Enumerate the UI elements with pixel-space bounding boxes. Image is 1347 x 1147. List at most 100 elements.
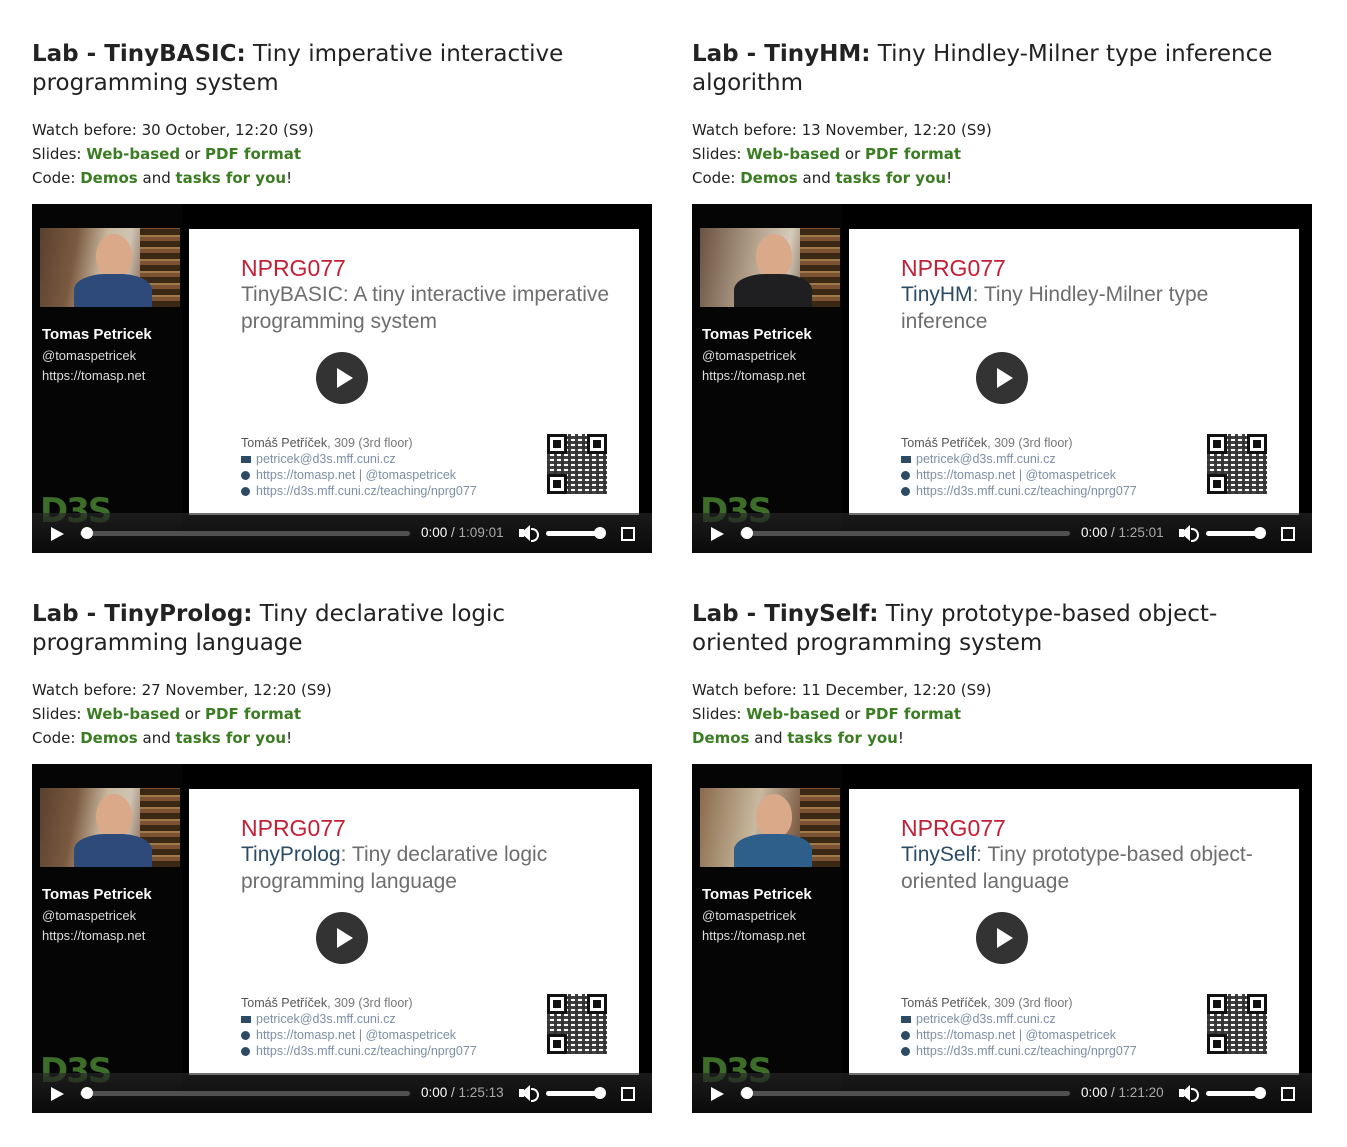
watch-date: 13 November, 12:20 (S9) xyxy=(801,121,992,139)
seek-bar[interactable] xyxy=(80,531,410,536)
time-duration: 1:25:01 xyxy=(1118,525,1164,540)
lab-meta: Watch before: 30 October, 12:20 (S9) Sli… xyxy=(32,118,652,190)
course-url: https://d3s.mff.cuni.cz/teaching/nprg077 xyxy=(916,484,1137,498)
slides-web-link[interactable]: Web-based xyxy=(86,145,180,163)
video-player[interactable]: Tomas Petricek @tomaspetricek https://to… xyxy=(692,204,1312,553)
circle-arrow-icon xyxy=(901,1031,910,1040)
video-sidebar: Tomas Petricek @tomaspetricek https://to… xyxy=(692,204,842,553)
presenter-info: Tomas Petricek @tomaspetricek https://to… xyxy=(702,324,812,386)
play-icon[interactable] xyxy=(51,527,64,541)
video-sidebar: Tomas Petricek @tomaspetricek https://to… xyxy=(32,204,182,553)
author-room: , 309 (3rd floor) xyxy=(987,436,1073,450)
course-url: https://d3s.mff.cuni.cz/teaching/nprg077 xyxy=(256,484,477,498)
volume-icon[interactable] xyxy=(519,1085,539,1102)
watch-before: Watch before: 13 November, 12:20 (S9) xyxy=(692,118,1312,142)
seek-thumb[interactable] xyxy=(81,1087,93,1099)
envelope-icon xyxy=(901,456,911,463)
lab-meta: Watch before: 13 November, 12:20 (S9) Sl… xyxy=(692,118,1312,190)
course-code: NPRG077 xyxy=(901,815,1006,841)
slides-pdf-link[interactable]: PDF format xyxy=(865,145,961,163)
volume-thumb[interactable] xyxy=(594,1087,606,1099)
code-tasks-link[interactable]: tasks for you xyxy=(836,169,947,187)
course-code: NPRG077 xyxy=(241,255,346,281)
seek-thumb[interactable] xyxy=(741,527,753,539)
code-tasks-link[interactable]: tasks for you xyxy=(176,729,287,747)
fullscreen-icon[interactable] xyxy=(1281,1087,1295,1101)
lab-name: TinyHM: xyxy=(764,41,871,67)
code-tasks-link[interactable]: tasks for you xyxy=(176,169,287,187)
lab-grid: Lab - TinyBASIC: Tiny imperative interac… xyxy=(0,0,1347,1147)
presenter-url: https://tomasp.net xyxy=(702,928,806,943)
volume-thumb[interactable] xyxy=(594,527,606,539)
seek-bar[interactable] xyxy=(80,1091,410,1096)
seek-bar[interactable] xyxy=(740,531,1070,536)
time-display: 0:00 / 1:25:13 xyxy=(421,1085,504,1100)
circle-arrow-icon xyxy=(241,1047,250,1056)
video-controls: 0:00 / 1:09:01 xyxy=(32,513,652,553)
code-demos-link[interactable]: Demos xyxy=(740,169,798,187)
big-play-button[interactable] xyxy=(316,352,368,404)
presenter-body xyxy=(74,274,152,307)
code-and: and xyxy=(137,729,176,747)
envelope-icon xyxy=(901,1016,911,1023)
code-label: Code: xyxy=(692,169,741,187)
slide-title: TinyProlog: Tiny declarative logic progr… xyxy=(241,841,621,895)
volume-icon[interactable] xyxy=(519,525,539,542)
play-icon[interactable] xyxy=(51,1087,64,1101)
seek-thumb[interactable] xyxy=(81,527,93,539)
slides-pdf-link[interactable]: PDF format xyxy=(865,705,961,723)
fullscreen-icon[interactable] xyxy=(1281,527,1295,541)
author-room: , 309 (3rd floor) xyxy=(327,996,413,1010)
slide-title: TinyBASIC: A tiny interactive imperative… xyxy=(241,281,621,335)
seek-thumb[interactable] xyxy=(741,1087,753,1099)
slides-label: Slides: xyxy=(692,705,747,723)
slides-web-link[interactable]: Web-based xyxy=(746,145,840,163)
big-play-button[interactable] xyxy=(976,912,1028,964)
slides-pdf-link[interactable]: PDF format xyxy=(205,145,301,163)
lab-title: Lab - TinyProlog: Tiny declarative logic… xyxy=(32,600,632,658)
envelope-icon xyxy=(241,456,251,463)
slides-label: Slides: xyxy=(32,145,87,163)
watch-before: Watch before: 27 November, 12:20 (S9) xyxy=(32,678,652,702)
fullscreen-icon[interactable] xyxy=(621,527,635,541)
code-demos-link[interactable]: Demos xyxy=(80,729,138,747)
author-email: petricek@d3s.mff.cuni.cz xyxy=(256,1012,396,1026)
video-player[interactable]: Tomas Petricek @tomaspetricek https://to… xyxy=(692,764,1312,1113)
presenter-info: Tomas Petricek @tomaspetricek https://to… xyxy=(42,324,152,386)
big-play-button[interactable] xyxy=(316,912,368,964)
slides-web-link[interactable]: Web-based xyxy=(746,705,840,723)
presenter-handle: @tomaspetricek xyxy=(42,348,137,363)
time-display: 0:00 / 1:09:01 xyxy=(421,525,504,540)
code-demos-link[interactable]: Demos xyxy=(80,169,138,187)
presenter-head xyxy=(756,234,792,278)
slides-label: Slides: xyxy=(32,705,87,723)
webcam-thumbnail xyxy=(40,788,180,867)
code-tasks-link[interactable]: tasks for you xyxy=(787,729,898,747)
lab-card-tinybasic: Lab - TinyBASIC: Tiny imperative interac… xyxy=(32,40,652,553)
volume-icon[interactable] xyxy=(1179,1085,1199,1102)
lab-name: TinyProlog: xyxy=(104,601,253,627)
seek-bar[interactable] xyxy=(740,1091,1070,1096)
volume-icon[interactable] xyxy=(1179,525,1199,542)
play-icon[interactable] xyxy=(711,527,724,541)
watch-before: Watch before: 11 December, 12:20 (S9) xyxy=(692,678,1312,702)
play-icon[interactable] xyxy=(711,1087,724,1101)
slides-pdf-link[interactable]: PDF format xyxy=(205,705,301,723)
volume-thumb[interactable] xyxy=(1254,1087,1266,1099)
video-player[interactable]: Tomas Petricek @tomaspetricek https://to… xyxy=(32,764,652,1113)
video-player[interactable]: Tomas Petricek @tomaspetricek https://to… xyxy=(32,204,652,553)
author-name: Tomáš Petříček xyxy=(901,436,988,450)
slides-line: Slides: Web-based or PDF format xyxy=(692,142,1312,166)
code-demos-link[interactable]: Demos xyxy=(692,729,750,747)
volume-thumb[interactable] xyxy=(1254,527,1266,539)
webcam-thumbnail xyxy=(700,228,840,307)
presenter-handle: @tomaspetricek xyxy=(702,908,797,923)
author-email: petricek@d3s.mff.cuni.cz xyxy=(916,452,1056,466)
code-line: Demos and tasks for you! xyxy=(692,726,1312,750)
fullscreen-icon[interactable] xyxy=(621,1087,635,1101)
code-line: Code: Demos and tasks for you! xyxy=(32,166,652,190)
author-web: https://tomasp.net | @tomaspetricek xyxy=(256,468,457,482)
watch-label: Watch before: xyxy=(32,121,142,139)
big-play-button[interactable] xyxy=(976,352,1028,404)
slides-web-link[interactable]: Web-based xyxy=(86,705,180,723)
